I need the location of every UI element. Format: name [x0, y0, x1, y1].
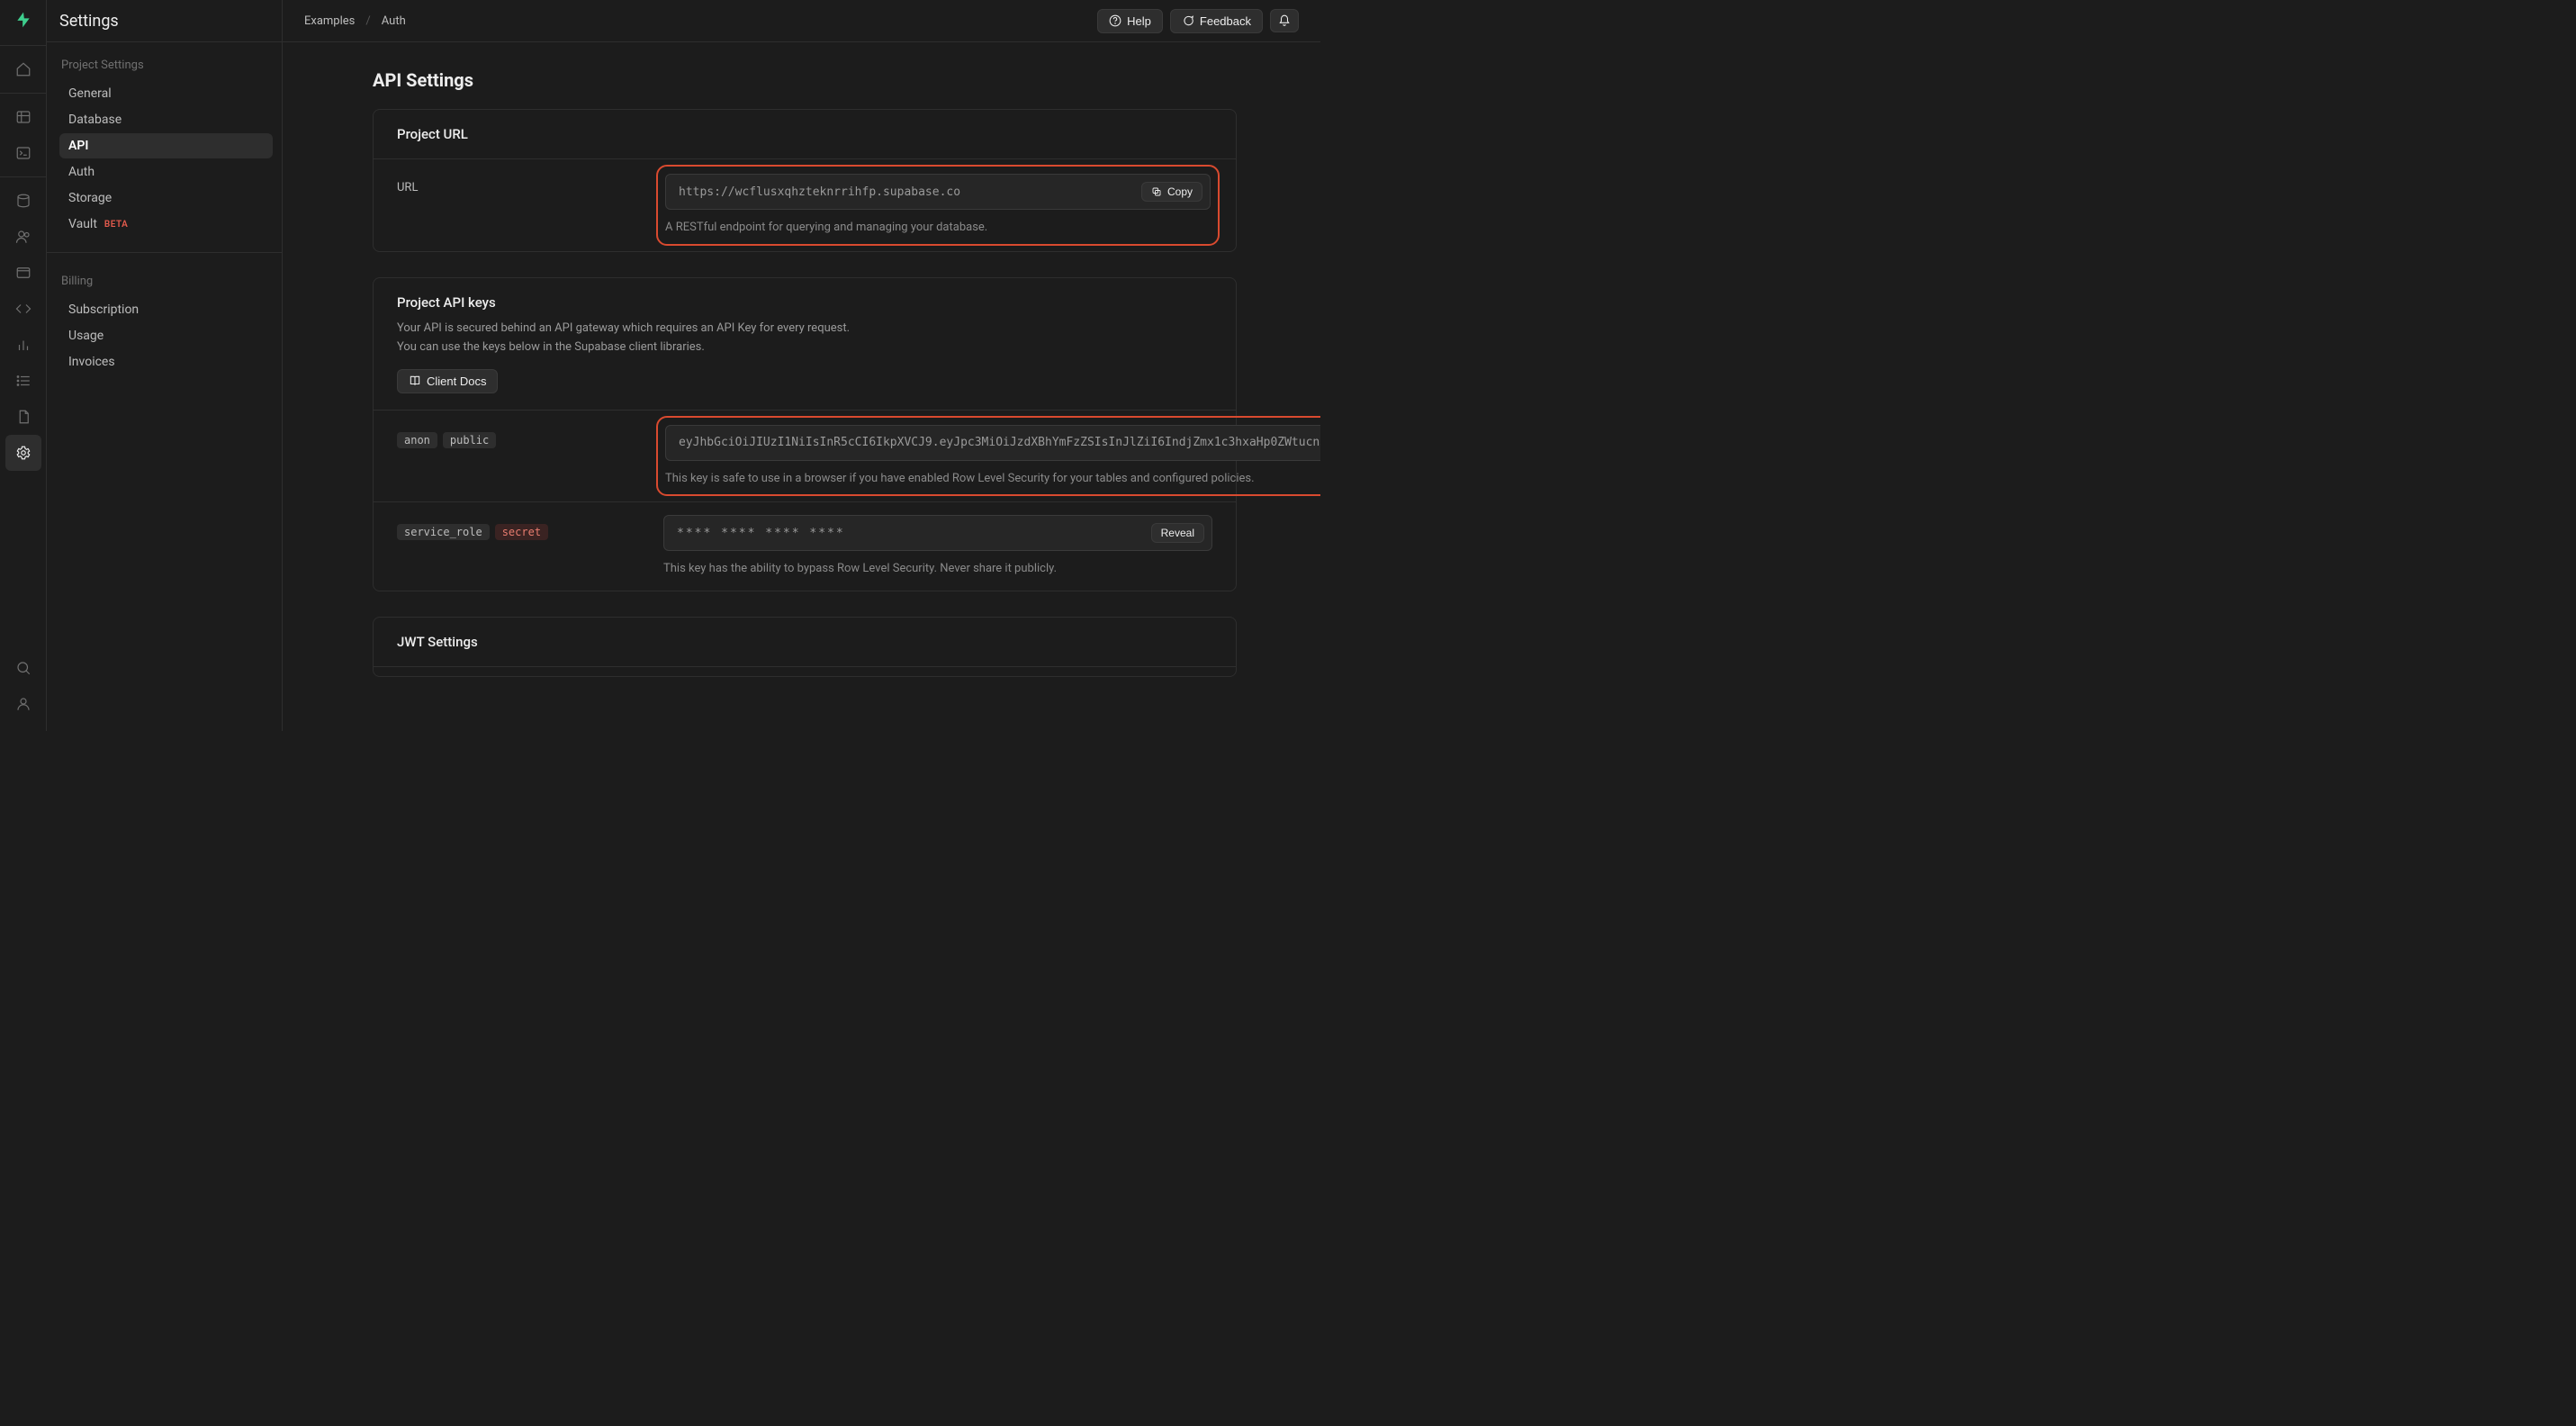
rail-search-icon[interactable] — [5, 650, 41, 686]
breadcrumb-item-examples[interactable]: Examples — [304, 14, 355, 28]
secret-badge: secret — [495, 524, 548, 540]
rail-database-icon[interactable] — [5, 183, 41, 219]
api-keys-panel: Project API keys Your API is secured beh… — [373, 277, 1237, 591]
service-key-value[interactable]: **** **** **** **** — [677, 527, 1151, 540]
sidebar-item-vault[interactable]: Vault BETA — [59, 212, 273, 237]
rail-home-icon[interactable] — [5, 51, 41, 87]
rail-storage-icon[interactable] — [5, 255, 41, 291]
url-value[interactable]: https://wcflusxqhzteknrrihfp.supabase.co — [679, 185, 1141, 199]
rail-account-icon[interactable] — [5, 686, 41, 722]
jwt-heading: JWT Settings — [397, 634, 1212, 650]
sidebar-heading-project: Project Settings — [59, 59, 273, 72]
feedback-button[interactable]: Feedback — [1170, 9, 1263, 33]
copy-icon — [1151, 186, 1162, 197]
sidebar-item-auth[interactable]: Auth — [59, 159, 273, 185]
topbar: Examples / Auth Help Feedback — [283, 0, 1320, 42]
help-icon — [1109, 14, 1121, 27]
help-button[interactable]: Help — [1097, 9, 1163, 33]
anon-key-value[interactable]: eyJhbGciOiJIUzI1NiIsInR5cCI6IkpXVCJ9.eyJ… — [679, 436, 1320, 449]
public-badge: public — [443, 432, 496, 448]
anon-helper: This key is safe to use in a browser if … — [665, 470, 1320, 488]
book-icon — [409, 375, 421, 387]
rail-reports-icon[interactable] — [5, 327, 41, 363]
rail-list-icon[interactable] — [5, 363, 41, 399]
client-docs-button[interactable]: Client Docs — [397, 369, 498, 393]
sidebar-item-subscription[interactable]: Subscription — [59, 297, 273, 322]
breadcrumb-sep: / — [365, 14, 370, 28]
sidebar-item-general[interactable]: General — [59, 81, 273, 106]
service-reveal-button[interactable]: Reveal — [1151, 523, 1204, 543]
sidebar-item-api[interactable]: API — [59, 133, 273, 158]
url-input-row: https://wcflusxqhzteknrrihfp.supabase.co… — [665, 174, 1211, 210]
project-url-heading: Project URL — [397, 126, 1212, 142]
rail-terminal-icon[interactable] — [5, 135, 41, 171]
api-keys-desc2: You can use the keys below in the Supaba… — [397, 338, 1212, 356]
api-keys-desc1: Your API is secured behind an API gatewa… — [397, 320, 1212, 338]
sidebar-item-usage[interactable]: Usage — [59, 323, 273, 348]
jwt-panel: JWT Settings — [373, 617, 1237, 677]
notifications-button[interactable] — [1270, 9, 1299, 32]
rail-settings-icon[interactable] — [5, 435, 41, 471]
rail-code-icon[interactable] — [5, 291, 41, 327]
bell-icon — [1278, 14, 1291, 27]
anon-badge: anon — [397, 432, 437, 448]
rail-docs-icon[interactable] — [5, 399, 41, 435]
url-highlight-box: https://wcflusxqhzteknrrihfp.supabase.co… — [656, 165, 1220, 246]
project-url-panel: Project URL URL https://wcflusxqhzteknrr… — [373, 109, 1237, 252]
settings-sidebar: Settings Project Settings General Databa… — [47, 0, 283, 731]
icon-rail — [0, 0, 47, 731]
anon-key-row: eyJhbGciOiJIUzI1NiIsInR5cCI6IkpXVCJ9.eyJ… — [665, 425, 1320, 461]
logo-icon — [14, 11, 32, 29]
url-label: URL — [397, 172, 645, 239]
url-copy-button[interactable]: Copy — [1141, 182, 1202, 202]
sidebar-item-invoices[interactable]: Invoices — [59, 349, 273, 375]
rail-users-icon[interactable] — [5, 219, 41, 255]
api-keys-heading: Project API keys — [397, 294, 1212, 311]
sidebar-item-storage[interactable]: Storage — [59, 185, 273, 211]
breadcrumb: Examples / Auth — [304, 14, 406, 28]
sidebar-heading-billing: Billing — [59, 275, 273, 288]
sidebar-title: Settings — [47, 0, 282, 42]
chat-icon — [1182, 14, 1194, 27]
page-title: API Settings — [373, 69, 1299, 91]
sidebar-item-database[interactable]: Database — [59, 107, 273, 132]
breadcrumb-item-auth[interactable]: Auth — [382, 14, 406, 28]
url-helper: A RESTful endpoint for querying and mana… — [665, 219, 1211, 237]
anon-highlight-box: eyJhbGciOiJIUzI1NiIsInR5cCI6IkpXVCJ9.eyJ… — [656, 416, 1320, 497]
service-helper: This key has the ability to bypass Row L… — [663, 560, 1212, 578]
beta-badge: BETA — [104, 220, 128, 230]
rail-table-icon[interactable] — [5, 99, 41, 135]
service-key-row: **** **** **** **** Reveal — [663, 515, 1212, 551]
service-role-badge: service_role — [397, 524, 490, 540]
